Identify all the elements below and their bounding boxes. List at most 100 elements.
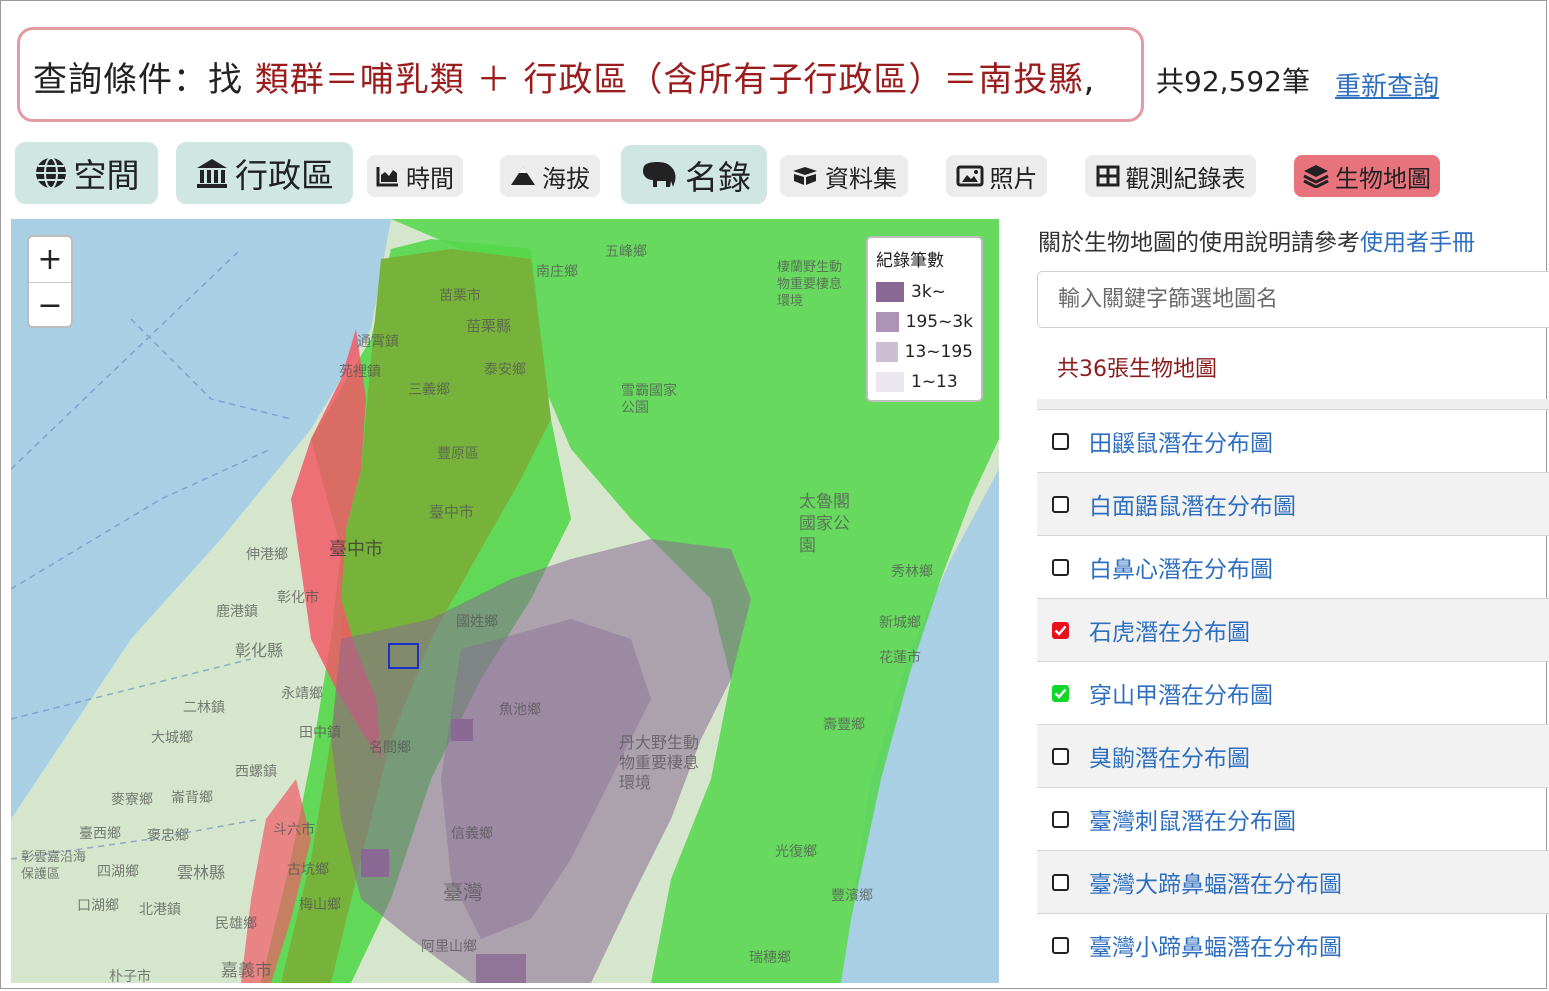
legend-label: 13~195: [904, 342, 973, 362]
map-label: 名間鄉: [369, 740, 411, 756]
map-label: 口湖鄉: [77, 898, 119, 914]
biomap-list-item[interactable]: 白鼻心潛在分布圖: [1037, 535, 1549, 598]
map-label: 民雄鄉: [215, 916, 257, 932]
map-label: 褒忠鄉: [147, 828, 189, 844]
elephant-icon: [643, 161, 676, 187]
query-filter: 類群＝哺乳類 ＋ 行政區（含所有子行政區）＝南投縣: [254, 60, 1084, 100]
checkbox[interactable]: [1052, 810, 1069, 828]
map-label: 彰化縣: [235, 641, 284, 660]
checkbox-checked[interactable]: [1052, 621, 1069, 639]
biomap-list-item[interactable]: 石虎潛在分布圖: [1037, 598, 1549, 661]
tab-label: 時間: [406, 164, 454, 193]
tab-label: 資料集: [825, 164, 897, 193]
map-label: 南庄鄉: [536, 264, 578, 280]
tab-label: 照片: [989, 164, 1038, 193]
biomap-label: 白鼻心潛在分布圖: [1089, 557, 1273, 583]
tab-biomap[interactable]: 生物地圖: [1294, 155, 1440, 197]
map-label: 鹿港鎮: [216, 604, 258, 620]
map-label-city: 臺中市: [329, 539, 383, 560]
biomap-label: 白面鼯鼠潛在分布圖: [1089, 494, 1296, 520]
map-label: 大城鄉: [151, 730, 193, 746]
checkbox[interactable]: [1052, 747, 1069, 765]
biomap-label: 穿山甲潛在分布圖: [1089, 683, 1273, 709]
biomap-label: 臺灣刺鼠潛在分布圖: [1089, 809, 1296, 835]
biomap-list-item[interactable]: 臭鼩潛在分布圖: [1037, 724, 1549, 787]
checkbox[interactable]: [1052, 558, 1069, 576]
map-label: 秀林鄉: [891, 564, 933, 580]
map-label: 臺灣: [443, 880, 483, 904]
map-label: 古坑鄉: [287, 862, 329, 878]
map-label: 通霄鎮: [357, 334, 399, 350]
legend-item: 1~13: [876, 367, 973, 397]
biomap-list-item[interactable]: 臺灣刺鼠潛在分布圖: [1037, 787, 1549, 850]
photo-icon: [956, 165, 983, 187]
map-label: 苑裡鎮: [339, 364, 381, 380]
biomap-list-item[interactable]: 臺灣大蹄鼻蝠潛在分布圖: [1037, 850, 1549, 913]
map-label: 阿里山鄉: [421, 939, 477, 955]
map-label: 壽豐鄉: [823, 717, 865, 733]
map-label: 苗栗縣: [466, 317, 512, 335]
zoom-control: + −: [27, 235, 73, 328]
map-view[interactable]: + − 五峰鄉 南庄鄉 苗栗市 苗栗縣 通霄鎮 泰安鄉 三義鄉 雪霸國家公園 苑…: [11, 219, 999, 983]
biomap-list-item[interactable]: 臺灣小蹄鼻蝠潛在分布圖: [1037, 913, 1549, 976]
map-label: 棲蘭野生動物重要棲息環境: [777, 260, 843, 309]
requery-link[interactable]: 重新查詢: [1335, 66, 1439, 103]
tab-checklist[interactable]: 名錄: [621, 145, 767, 204]
tab-label: 生物地圖: [1335, 164, 1431, 193]
checkbox-checked[interactable]: [1052, 684, 1069, 702]
biomap-list-item[interactable]: 田鼷鼠潛在分布圖: [1037, 409, 1549, 472]
map-label: 二林鎮: [183, 700, 225, 716]
legend-swatch: [876, 372, 904, 392]
map-label: 斗六市: [273, 822, 315, 838]
tab-label: 觀測紀錄表: [1125, 164, 1246, 193]
map-label: 田中鎮: [299, 725, 341, 741]
tab-district[interactable]: 行政區: [176, 142, 353, 204]
map-label: 臺西鄉: [79, 826, 121, 842]
user-manual-link[interactable]: 使用者手冊: [1360, 230, 1475, 256]
map-label: 北港鎮: [139, 902, 181, 918]
result-count: 共92,592筆: [1156, 65, 1310, 98]
map-label: 豐濱鄉: [831, 888, 873, 904]
checkbox[interactable]: [1052, 432, 1069, 450]
map-label: 伸港鄉: [246, 547, 288, 563]
legend-item: 3k~: [876, 277, 973, 307]
layers-icon: [1303, 165, 1329, 188]
tab-space[interactable]: 空間: [15, 142, 158, 204]
tab-altitude[interactable]: 海拔: [500, 155, 600, 197]
map-label: 瑞穗鄉: [749, 950, 791, 966]
checkbox[interactable]: [1052, 873, 1069, 891]
map-label: 雪霸國家公園: [621, 383, 677, 416]
map-label: 嘉義市: [221, 961, 272, 981]
checkbox[interactable]: [1052, 495, 1069, 513]
tab-label: 海拔: [542, 164, 590, 193]
map-label: 苗栗市: [439, 288, 481, 304]
help-text: 關於生物地圖的使用說明請參考使用者手冊: [1038, 223, 1475, 257]
legend-label: 1~13: [911, 372, 958, 392]
tab-time[interactable]: 時間: [367, 155, 463, 197]
biomap-label: 臺灣大蹄鼻蝠潛在分布圖: [1089, 872, 1342, 898]
query-separator: ,: [1083, 60, 1096, 100]
biomap-list-item[interactable]: 穿山甲潛在分布圖: [1037, 661, 1549, 724]
tab-dataset[interactable]: 資料集: [780, 155, 908, 197]
globe-icon: [35, 157, 66, 189]
tab-photos[interactable]: 照片: [946, 155, 1047, 197]
map-label: 麥寮鄉: [111, 792, 153, 808]
map-label: 梅山鄉: [299, 897, 341, 913]
help-description: 關於生物地圖的使用說明請參考: [1038, 230, 1360, 256]
legend-title: 紀錄筆數: [876, 251, 944, 271]
map-label: 豐原區: [437, 446, 479, 462]
table-icon: [1096, 165, 1119, 187]
map-label: 彰雲嘉沿海保護區: [21, 850, 87, 882]
map-count: 共36張生物地圖: [1057, 357, 1217, 382]
map-filter-input[interactable]: [1037, 271, 1549, 328]
legend-label: 3k~: [911, 282, 946, 302]
map-label: 四湖鄉: [97, 864, 139, 880]
zoom-out-button[interactable]: −: [29, 283, 71, 328]
biomap-list-item[interactable]: 白面鼯鼠潛在分布圖: [1037, 472, 1549, 535]
tab-observation-table[interactable]: 觀測紀錄表: [1085, 155, 1256, 197]
biomap-label: 石虎潛在分布圖: [1089, 620, 1250, 646]
zoom-in-button[interactable]: +: [29, 237, 71, 283]
government-icon: [197, 159, 227, 188]
checkbox[interactable]: [1052, 936, 1069, 954]
biomap-label: 臺灣小蹄鼻蝠潛在分布圖: [1089, 935, 1342, 961]
